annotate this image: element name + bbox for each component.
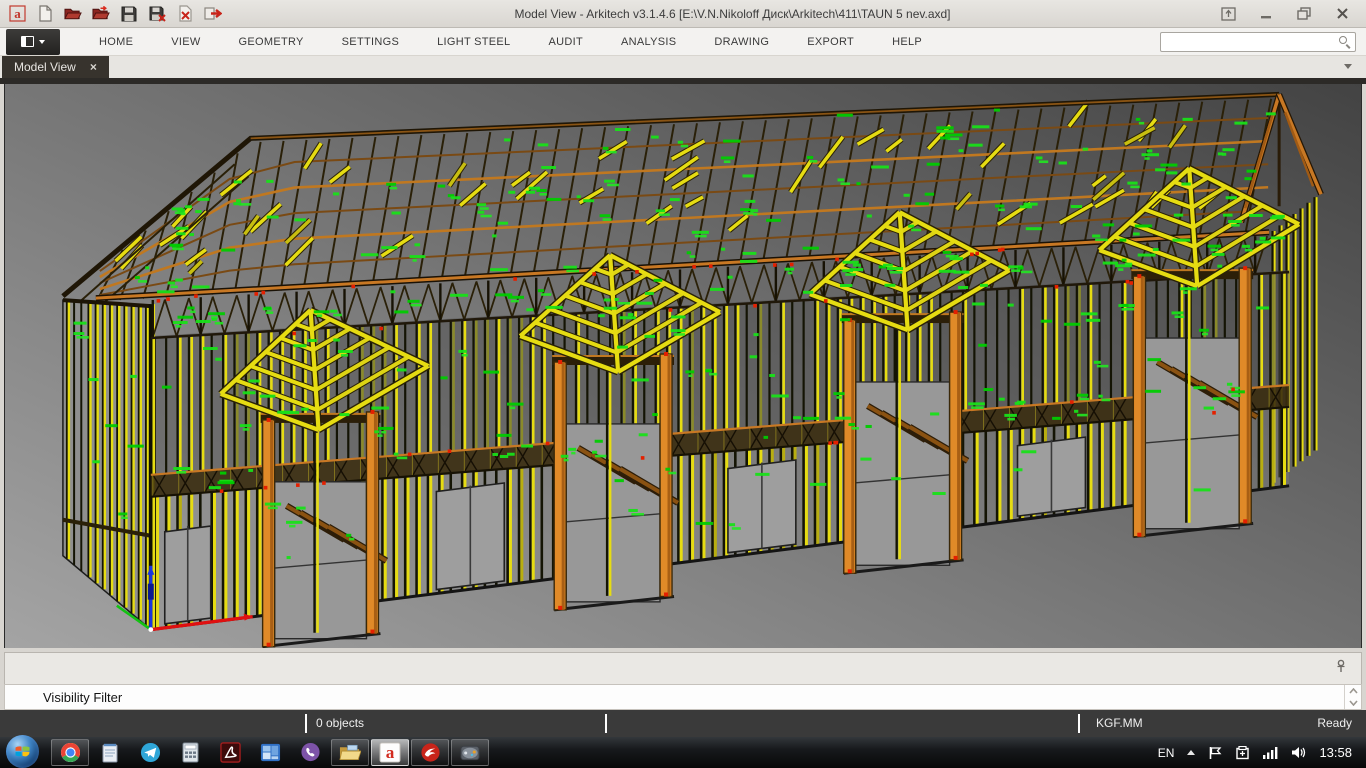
- taskbar-app-game-app[interactable]: [451, 739, 489, 766]
- statusbar-separator: [305, 714, 307, 733]
- menu-item-settings[interactable]: SETTINGS: [323, 29, 418, 55]
- save-as-icon[interactable]: [148, 5, 166, 23]
- taskbar-app-chrome[interactable]: [51, 739, 89, 766]
- taskbar-app-notes[interactable]: [91, 739, 129, 766]
- chevron-down-icon: [39, 40, 45, 44]
- search-box: [1160, 32, 1356, 52]
- visibility-filter-row[interactable]: Visibility Filter: [4, 684, 1362, 710]
- menu-item-export[interactable]: EXPORT: [788, 29, 873, 55]
- svg-text:a: a: [14, 6, 21, 21]
- search-input[interactable]: [1160, 32, 1356, 52]
- menu-bar: HOMEVIEWGEOMETRYSETTINGSLIGHT STEELAUDIT…: [0, 28, 1366, 56]
- window-controls: [1220, 7, 1366, 21]
- taskbar-apps: a: [51, 739, 489, 766]
- status-bar: 0 objects KGF.MM Ready: [0, 710, 1366, 737]
- svg-text:a: a: [386, 743, 395, 762]
- tab-list-dropdown-icon[interactable]: [1344, 64, 1352, 69]
- minimize-icon[interactable]: [1258, 7, 1274, 21]
- taskbar-app-telegram[interactable]: [131, 739, 169, 766]
- windows-logo-icon: [14, 743, 31, 760]
- import-file-icon[interactable]: [92, 5, 110, 23]
- model-viewport[interactable]: [4, 84, 1362, 648]
- system-tray: EN 13:58: [1158, 745, 1366, 760]
- clock[interactable]: 13:58: [1319, 745, 1352, 760]
- menu-item-light-steel[interactable]: LIGHT STEEL: [418, 29, 529, 55]
- scroll-up-icon[interactable]: [1345, 685, 1361, 697]
- title-bar: a Model View - Arkitech v3.1.4.6 [E:\V.N…: [0, 0, 1366, 28]
- language-indicator[interactable]: EN: [1158, 746, 1175, 760]
- export-file-icon[interactable]: [204, 5, 222, 23]
- visibility-filter-label: Visibility Filter: [5, 690, 122, 705]
- action-center-flag-icon[interactable]: [1208, 746, 1222, 760]
- units-indicator[interactable]: KGF.MM: [1096, 716, 1143, 730]
- menu-item-geometry[interactable]: GEOMETRY: [220, 29, 323, 55]
- taskbar-app-red-media-app[interactable]: [411, 739, 449, 766]
- taskbar-app-explorer[interactable]: [331, 739, 369, 766]
- menu-item-audit[interactable]: AUDIT: [529, 29, 602, 55]
- taskbar-app-calculator[interactable]: [171, 739, 209, 766]
- open-file-icon[interactable]: [64, 5, 82, 23]
- statusbar-separator: [1078, 714, 1080, 733]
- close-icon[interactable]: [1334, 7, 1350, 21]
- taskbar-app-viber[interactable]: [291, 739, 329, 766]
- arkitech-logo-icon[interactable]: a: [8, 5, 26, 23]
- pin-icon[interactable]: [1335, 659, 1347, 673]
- taskbar-app-arkitech[interactable]: a: [371, 739, 409, 766]
- quick-access-toolbar: a: [0, 5, 245, 23]
- selection-count: 0 objects: [316, 716, 364, 730]
- statusbar-separator: [605, 714, 607, 733]
- menu-item-analysis[interactable]: ANALYSIS: [602, 29, 695, 55]
- tab-bar: Model View ×: [0, 56, 1366, 78]
- menu-item-home[interactable]: HOME: [80, 29, 152, 55]
- app-menu-button[interactable]: [6, 29, 60, 55]
- float-window-icon[interactable]: [1220, 7, 1236, 21]
- restore-icon[interactable]: [1296, 7, 1312, 21]
- tab-label: Model View: [14, 60, 76, 74]
- status-text: Ready: [1317, 716, 1352, 730]
- close-file-icon[interactable]: [176, 5, 194, 23]
- main-menu: HOMEVIEWGEOMETRYSETTINGSLIGHT STEELAUDIT…: [80, 29, 941, 55]
- steel-frame-model: [5, 84, 1361, 648]
- network-signal-icon[interactable]: [1263, 746, 1278, 759]
- search-icon[interactable]: [1339, 36, 1351, 48]
- start-button[interactable]: [6, 735, 39, 768]
- menu-item-drawing[interactable]: DRAWING: [695, 29, 788, 55]
- taskbar: a EN 13:58: [0, 737, 1366, 768]
- menu-item-view[interactable]: VIEW: [152, 29, 219, 55]
- new-file-icon[interactable]: [36, 5, 54, 23]
- window-title: Model View - Arkitech v3.1.4.6 [E:\V.N.N…: [245, 7, 1220, 21]
- app-window: a Model View - Arkitech v3.1.4.6 [E:\V.N…: [0, 0, 1366, 768]
- tab-model-view[interactable]: Model View ×: [2, 56, 109, 78]
- volume-icon[interactable]: [1291, 746, 1306, 759]
- app-menu-icon: [21, 36, 34, 47]
- menu-item-help[interactable]: HELP: [873, 29, 941, 55]
- scroll-down-icon[interactable]: [1345, 697, 1361, 709]
- taskbar-app-acrobat[interactable]: [211, 739, 249, 766]
- save-icon[interactable]: [120, 5, 138, 23]
- windows-update-icon[interactable]: [1235, 746, 1250, 760]
- panel-spinner: [1344, 685, 1361, 709]
- bottom-dock-panel: [4, 652, 1362, 684]
- tab-close-icon[interactable]: ×: [90, 60, 97, 74]
- hidden-icons-chevron-icon[interactable]: [1187, 750, 1195, 755]
- taskbar-app-blue-tiles-app[interactable]: [251, 739, 289, 766]
